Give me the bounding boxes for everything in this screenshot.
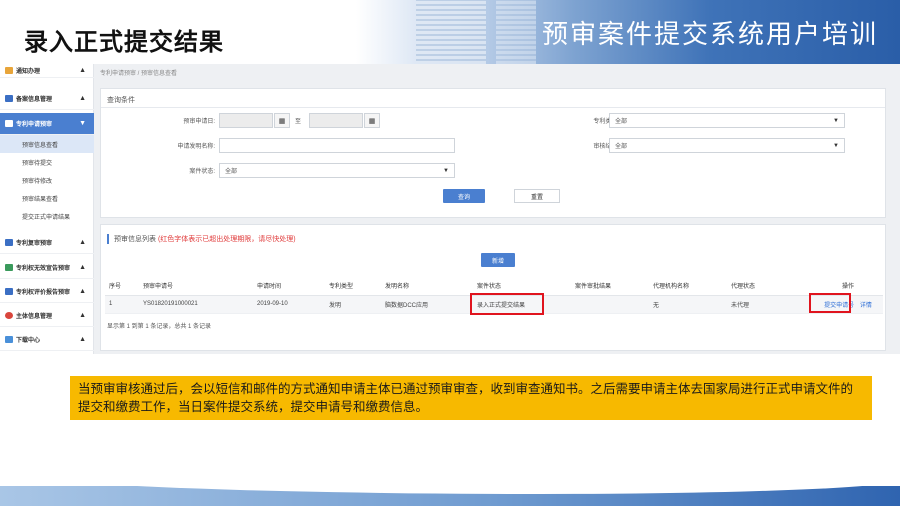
sidebar-item-label: 通知办理 <box>16 69 41 75</box>
folder-icon <box>5 239 13 246</box>
building-graphic <box>496 0 536 64</box>
cell-agent-status: 未代理 <box>727 295 809 314</box>
chevron-up-icon: ▲ <box>79 288 86 295</box>
sidebar-item-download[interactable]: 下载中心 ▲ <box>0 329 94 351</box>
sidebar-subitem-pending-modify[interactable]: 预审待修改 <box>0 171 94 189</box>
sidebar-subitem-pending-submit[interactable]: 预审待提交 <box>0 153 94 171</box>
column-header: 申请时间 <box>253 277 325 296</box>
banner: 预审案件提交系统用户培训 <box>356 0 900 64</box>
date-end-input[interactable] <box>309 113 363 128</box>
calendar-icon[interactable]: ▦ <box>274 113 290 128</box>
sidebar-subitem-results[interactable]: 预审结果查看 <box>0 189 94 207</box>
name-input[interactable] <box>219 138 455 153</box>
search-button[interactable]: 查询 <box>443 189 485 203</box>
user-icon <box>5 312 13 319</box>
sidebar-item-filing[interactable]: 备案信息管理 ▲ <box>0 88 94 110</box>
breadcrumb: 专利申请预审 / 预审信息查看 <box>100 71 178 77</box>
review-result-select[interactable]: 全部 ▼ <box>609 138 845 153</box>
column-header: 案件审批结果 <box>571 277 649 296</box>
slide-title: 录入正式提交结果 <box>24 28 224 56</box>
column-header: 发明名称 <box>381 277 473 296</box>
app-screenshot: 通知办理 ▲ 备案信息管理 ▲ 专利申请预审 ▼ 预审信息查看 预审待提交 预审… <box>0 64 900 354</box>
sidebar-item-invalidation[interactable]: 专利权无效宣告预审 ▲ <box>0 257 94 279</box>
sidebar-item-label: 专利申请预审 <box>16 122 53 128</box>
reset-button[interactable]: 重置 <box>514 189 560 203</box>
chevron-down-icon: ▼ <box>833 142 839 149</box>
column-header: 专利类型 <box>325 277 381 296</box>
folder-icon <box>5 95 13 102</box>
action-highlight-box <box>809 293 851 313</box>
case-status-label: 案件状态: <box>189 169 215 175</box>
sidebar-subitem-view[interactable]: 预审信息查看 <box>0 135 94 153</box>
case-status-value: 全部 <box>225 169 238 175</box>
status-highlight-box <box>470 293 544 315</box>
list-title-text: 预审信息列表 <box>114 236 156 243</box>
explanation-caption: 当预审审核通过后，会以短信和邮件的方式通知申请主体已通过预审审查，收到审查通知书… <box>70 376 872 420</box>
cell-app-no: YS01820191000021 <box>139 295 253 314</box>
sidebar-subitem-formal-submit[interactable]: 提交正式申请结果 <box>0 207 94 225</box>
cell-result <box>571 295 649 314</box>
date-start-input[interactable] <box>219 113 273 128</box>
chevron-up-icon: ▲ <box>79 95 86 102</box>
patent-type-select[interactable]: 全部 ▼ <box>609 113 845 128</box>
column-header: 序号 <box>105 277 139 296</box>
banner-title: 预审案件提交系统用户培训 <box>541 20 878 50</box>
cell-type: 发明 <box>325 295 381 314</box>
sidebar: 通知办理 ▲ 备案信息管理 ▲ 专利申请预审 ▼ 预审信息查看 预审待提交 预审… <box>0 64 94 354</box>
sidebar-item-label: 下载中心 <box>16 338 41 344</box>
download-icon <box>5 336 13 343</box>
list-panel: 预审信息列表 (红色字体表示已超出处理期限，请尽快处理) 新增 序号 预审申请号… <box>100 224 886 351</box>
chevron-down-icon: ▼ <box>79 120 86 127</box>
sidebar-item-notice[interactable]: 通知办理 ▲ <box>0 64 94 78</box>
detail-link[interactable]: 详情 <box>860 303 872 309</box>
sidebar-item-label: 专利权评价报告预审 <box>16 290 71 296</box>
chevron-up-icon: ▲ <box>79 239 86 246</box>
sidebar-item-subject[interactable]: 主体信息管理 ▲ <box>0 305 94 327</box>
main-content: 专利申请预审 / 预审信息查看 查询条件 预审申请日: ▦ 至 ▦ 专利类型: … <box>100 64 886 354</box>
column-header: 代理状态 <box>727 277 809 296</box>
cell-name: 脑数据DCC应用 <box>381 295 473 314</box>
chevron-down-icon: ▼ <box>443 167 449 174</box>
review-result-label: 审核结果: <box>593 144 619 150</box>
sidebar-item-reexam[interactable]: 专利复审预审 ▲ <box>0 232 94 254</box>
folder-icon <box>5 288 13 295</box>
patent-type-value: 全部 <box>615 119 628 125</box>
patent-type-label: 专利类型: <box>593 119 619 125</box>
document-icon <box>5 120 13 127</box>
case-status-select[interactable]: 全部 ▼ <box>219 163 455 178</box>
column-header: 预审申请号 <box>139 277 253 296</box>
building-graphic <box>416 0 486 64</box>
date-separator: 至 <box>294 119 301 125</box>
chevron-up-icon: ▲ <box>79 264 86 271</box>
review-result-value: 全部 <box>615 144 628 150</box>
chevron-up-icon: ▲ <box>79 336 86 343</box>
cell-index: 1 <box>105 295 139 314</box>
chevron-down-icon: ▼ <box>833 117 839 124</box>
sidebar-item-label: 备案信息管理 <box>16 97 53 103</box>
cell-agency: 无 <box>649 295 727 314</box>
sidebar-item-label: 专利复审预审 <box>16 241 53 247</box>
sidebar-item-evaluation[interactable]: 专利权评价报告预审 ▲ <box>0 281 94 303</box>
query-panel: 查询条件 预审申请日: ▦ 至 ▦ 专利类型: 全部 ▼ 申请发明名称: 审核结… <box>100 88 886 218</box>
date-label: 预审申请日: <box>183 119 215 125</box>
sidebar-item-label: 主体信息管理 <box>16 314 53 320</box>
sidebar-item-patent-prereview[interactable]: 专利申请预审 ▼ <box>0 113 94 135</box>
column-header: 代理机构名称 <box>649 277 727 296</box>
add-button[interactable]: 新增 <box>481 253 515 267</box>
sidebar-item-label: 专利权无效宣告预审 <box>16 266 71 272</box>
chevron-up-icon: ▲ <box>79 312 86 319</box>
query-panel-title: 查询条件 <box>107 97 135 104</box>
pagination-info: 显示第 1 到第 1 条记录，总共 1 条记录 <box>107 324 212 330</box>
cell-date: 2019-09-10 <box>253 295 325 314</box>
document-icon <box>5 264 13 271</box>
bell-icon <box>5 67 13 74</box>
chevron-up-icon: ▲ <box>79 67 86 74</box>
list-title: 预审信息列表 (红色字体表示已超出处理期限，请尽快处理) <box>107 234 296 244</box>
calendar-icon[interactable]: ▦ <box>364 113 380 128</box>
divider <box>101 107 885 108</box>
name-label: 申请发明名称: <box>177 144 215 150</box>
overdue-warning: (红色字体表示已超出处理期限，请尽快处理) <box>157 236 296 243</box>
